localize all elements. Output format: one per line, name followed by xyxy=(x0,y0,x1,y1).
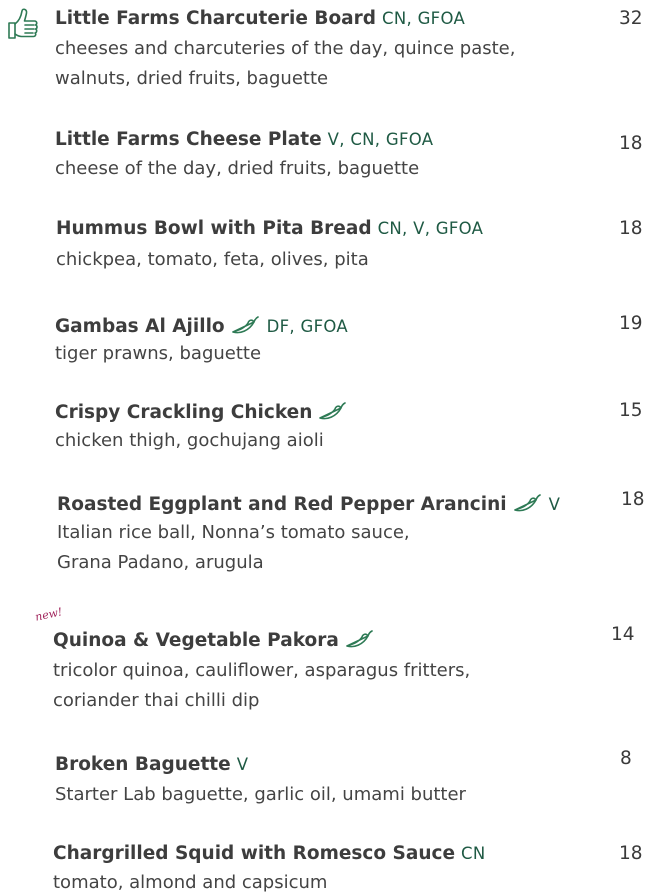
item-tags: V, CN, GFOA xyxy=(327,130,434,149)
item-description: walnuts, dried fruits, baguette xyxy=(55,68,329,89)
item-description: tomato, almond and capsicum xyxy=(53,872,328,893)
item-tags: V xyxy=(236,755,249,774)
item-description: tiger prawns, baguette xyxy=(55,343,262,364)
chilli-icon xyxy=(346,630,373,648)
chilli-icon xyxy=(231,316,259,334)
item-description: Grana Padano, arugula xyxy=(57,552,264,573)
item-tags: CN xyxy=(461,844,486,863)
item-tags: CN, V, GFOA xyxy=(377,219,484,238)
item-name: Little Farms Cheese Plate xyxy=(55,129,322,150)
item-description: cheeses and charcuteries of the day, qui… xyxy=(55,38,516,59)
item-name: Hummus Bowl with Pita Bread xyxy=(56,218,372,239)
item-description: Italian rice ball, Nonna’s tomato sauce, xyxy=(57,522,410,543)
item-name: Little Farms Charcuterie Board xyxy=(55,8,377,29)
item-price: 18 xyxy=(621,489,645,510)
item-name: Quinoa & Vegetable Pakora xyxy=(53,630,339,651)
item-name: Broken Baguette xyxy=(55,754,231,775)
item-description: tricolor quinoa, cauliflower, asparagus … xyxy=(53,660,471,681)
item-description: chicken thigh, gochujang aioli xyxy=(55,430,324,451)
item-name: Roasted Eggplant and Red Pepper Arancini xyxy=(57,494,507,515)
item-price: 14 xyxy=(611,624,635,645)
item-name: Gambas Al Ajillo xyxy=(55,316,225,337)
item-name: Crispy Crackling Chicken xyxy=(55,402,313,423)
item-description: Starter Lab baguette, garlic oil, umami … xyxy=(55,784,466,805)
item-description: cheese of the day, dried fruits, baguett… xyxy=(55,158,420,179)
item-description: chickpea, tomato, feta, olives, pita xyxy=(56,249,369,270)
item-tags: V xyxy=(548,495,561,514)
item-price: 18 xyxy=(619,133,643,154)
chilli-icon xyxy=(319,402,347,420)
item-price: 15 xyxy=(619,400,643,421)
item-name: Chargrilled Squid with Romesco Sauce xyxy=(53,843,456,864)
new-badge: new! xyxy=(33,605,64,624)
chilli-icon xyxy=(513,494,541,512)
thumbs-up-icon xyxy=(8,8,38,39)
item-description: coriander thai chilli dip xyxy=(53,690,260,711)
item-price: 18 xyxy=(619,218,643,239)
item-price: 18 xyxy=(619,843,643,864)
item-price: 8 xyxy=(620,748,632,769)
item-tags: CN, GFOA xyxy=(382,9,466,28)
item-tags: DF, GFOA xyxy=(266,317,348,336)
item-price: 32 xyxy=(619,8,643,29)
item-price: 19 xyxy=(619,313,643,334)
